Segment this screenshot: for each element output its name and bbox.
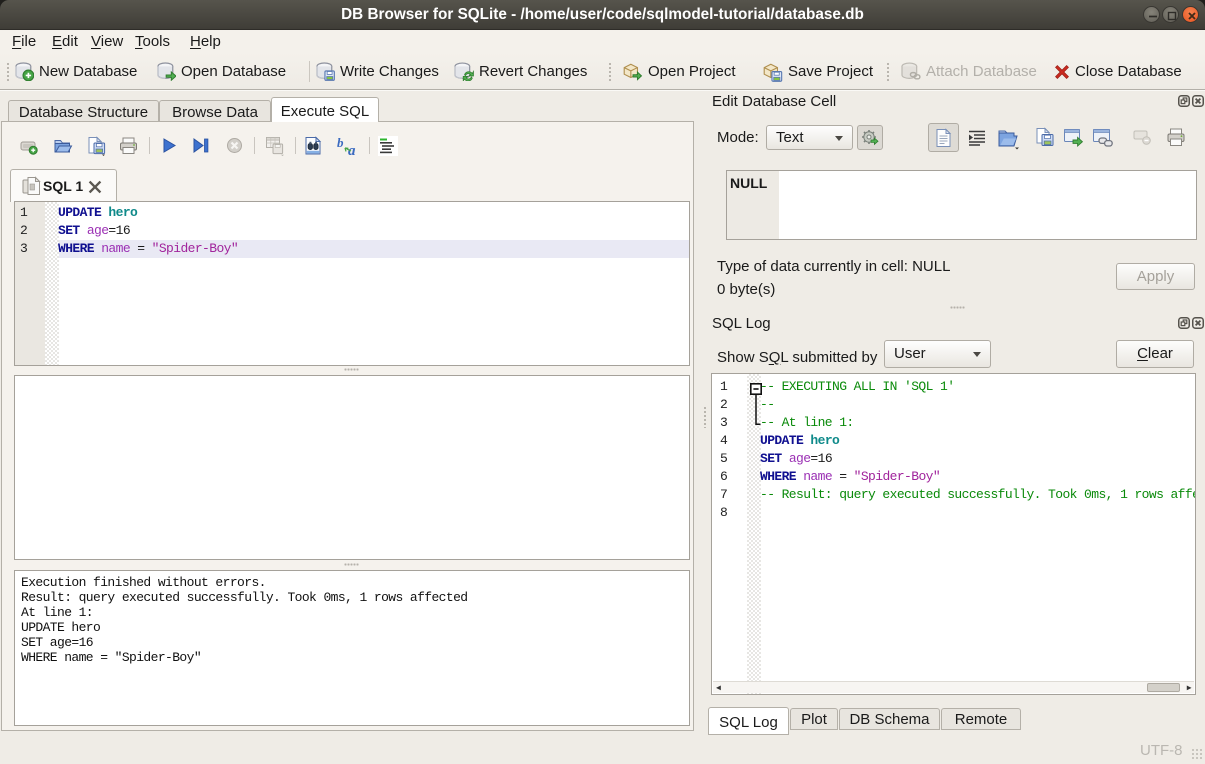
svg-text:b: b [337, 135, 344, 150]
